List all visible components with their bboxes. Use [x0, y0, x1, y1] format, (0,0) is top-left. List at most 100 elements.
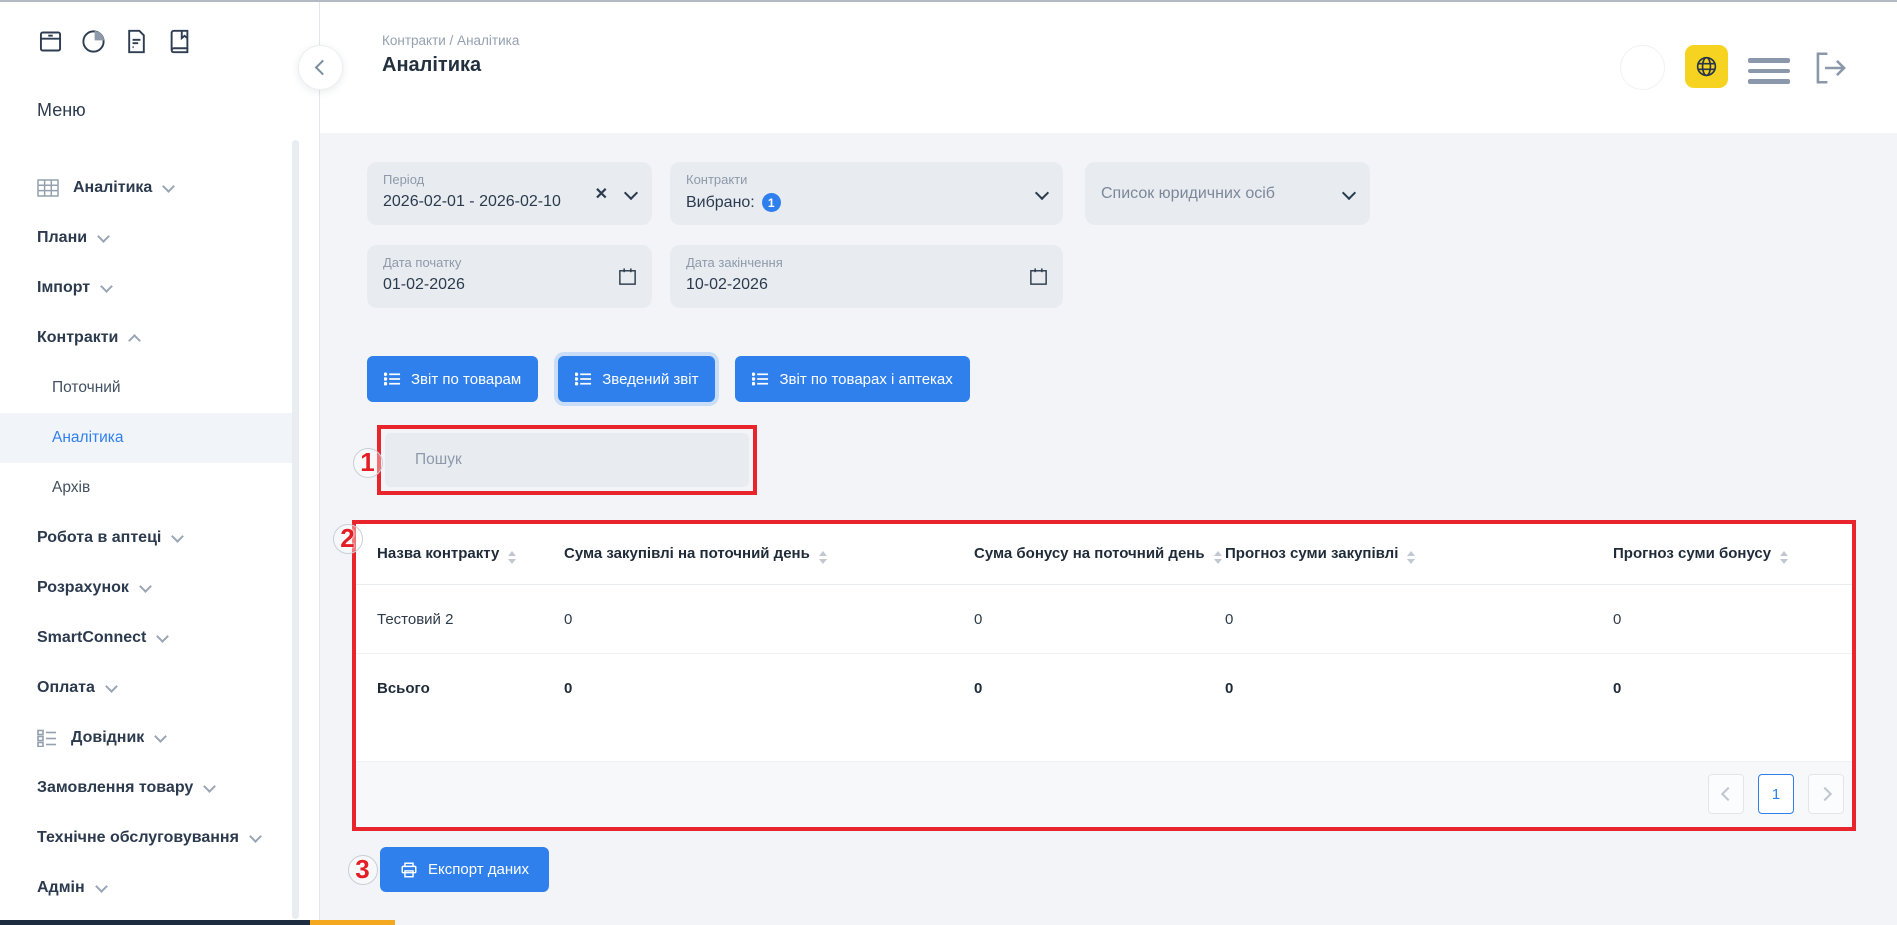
archive-icon[interactable]: [37, 28, 64, 55]
pagination-page-1[interactable]: 1: [1758, 774, 1794, 814]
page-header: Контракти / Аналітика Аналітика: [320, 0, 1897, 133]
pagination-prev-button[interactable]: [1708, 774, 1744, 814]
annotation-3: 3: [348, 853, 380, 885]
chevron-down-icon: [171, 530, 184, 543]
sidebar-item-label: Довідник: [71, 729, 144, 747]
sidebar-subitem-analytics-active[interactable]: Аналітика: [0, 413, 297, 463]
date-end-field[interactable]: Дата закінчення 10-02-2026: [670, 245, 1063, 308]
sidebar-subitem-label: Архів: [52, 479, 90, 497]
breadcrumb[interactable]: Контракти / Аналітика: [382, 33, 519, 48]
language-button[interactable]: [1685, 45, 1728, 88]
sort-icon[interactable]: [1407, 551, 1415, 564]
sidebar-item-admin[interactable]: Адмін: [0, 863, 297, 913]
sidebar-item-label: Оплата: [37, 679, 95, 697]
logout-icon: [1812, 49, 1850, 87]
chevron-down-icon: [97, 230, 110, 243]
report-goods-pharmacies-button[interactable]: Звіт по товарах і аптеках: [735, 356, 969, 402]
page-title: Аналітика: [382, 54, 481, 77]
pie-chart-icon[interactable]: [80, 28, 107, 55]
list-icon: [37, 729, 57, 747]
chevron-left-icon: [1720, 787, 1734, 801]
document-icon[interactable]: [123, 28, 150, 55]
cell-value: 0: [966, 585, 1217, 654]
summary-report-button[interactable]: Зведений звіт: [558, 356, 715, 402]
column-header[interactable]: Сума закупівлі на поточний день: [556, 524, 966, 585]
chevron-down-icon: [154, 730, 167, 743]
table-row[interactable]: Тестовий 2 0 0 0 0: [356, 585, 1852, 654]
sidebar-item-label: Робота в аптеці: [37, 529, 161, 547]
chevron-down-icon: [100, 280, 113, 293]
sidebar-item-maintenance[interactable]: Технічне обслуговування: [0, 813, 297, 863]
column-header[interactable]: Прогноз суми бонусу: [1605, 524, 1852, 585]
date-end-value: 10-02-2026: [686, 276, 768, 294]
column-header[interactable]: Прогноз суми закупівлі: [1217, 524, 1605, 585]
sidebar-nav: Аналітика Плани Імпорт Контракти Поточни…: [0, 163, 297, 913]
chevron-down-icon: [162, 180, 175, 193]
printer-icon: [400, 861, 418, 879]
date-start-label: Дата початку: [383, 255, 461, 270]
sort-icon[interactable]: [1780, 551, 1788, 564]
bottom-orange-bar: [310, 920, 395, 925]
sidebar-item-smartconnect[interactable]: SmartConnect: [0, 613, 297, 663]
table-total-row: Всього 0 0 0 0: [356, 654, 1852, 723]
legal-entities-filter[interactable]: Список юридичних осіб: [1085, 162, 1370, 225]
chevron-down-icon: [156, 630, 169, 643]
sidebar-item-contracts[interactable]: Контракти: [0, 313, 297, 363]
period-filter[interactable]: Період 2026-02-01 - 2026-02-10 ✕: [367, 162, 652, 225]
menu-title: Меню: [37, 100, 86, 121]
chevron-down-icon: [1342, 186, 1356, 200]
book-icon[interactable]: [166, 28, 193, 55]
sidebar-item-analytics[interactable]: Аналітика: [0, 163, 297, 213]
logout-button[interactable]: [1812, 49, 1850, 87]
cell-contract-name: Тестовий 2: [356, 585, 556, 654]
sidebar-item-calculation[interactable]: Розрахунок: [0, 563, 297, 613]
contracts-filter[interactable]: Контракти Вибрано: 1: [670, 162, 1063, 225]
pagination-next-button[interactable]: [1808, 774, 1844, 814]
sidebar: Меню Аналітика Плани Імпорт Контракти: [0, 0, 320, 925]
cell-total-value: 0: [1605, 654, 1852, 723]
sidebar-item-pharmacy-work[interactable]: Робота в аптеці: [0, 513, 297, 563]
sort-icon[interactable]: [819, 551, 827, 564]
cell-value: 0: [1605, 585, 1852, 654]
sidebar-scrollbar[interactable]: [292, 140, 299, 919]
sidebar-item-directory[interactable]: Довідник: [0, 713, 297, 763]
sidebar-item-payment[interactable]: Оплата: [0, 663, 297, 713]
sidebar-item-goods-order[interactable]: Замовлення товару: [0, 763, 297, 813]
sort-icon[interactable]: [508, 551, 516, 564]
search-input[interactable]: [385, 433, 749, 487]
report-by-goods-button[interactable]: Звіт по товарам: [367, 356, 538, 402]
sort-icon[interactable]: [1214, 551, 1222, 564]
grid-icon: [37, 179, 59, 197]
faded-circle-button[interactable]: [1620, 45, 1665, 90]
table-footer: 1: [356, 761, 1852, 827]
column-header[interactable]: Назва контракту: [356, 524, 556, 585]
date-start-field[interactable]: Дата початку 01-02-2026: [367, 245, 652, 308]
sidebar-collapse-button[interactable]: [298, 45, 343, 90]
search-highlight-box: [377, 425, 757, 495]
sidebar-item-import[interactable]: Імпорт: [0, 263, 297, 313]
sidebar-item-label: SmartConnect: [37, 629, 146, 647]
sidebar-item-label: Аналітика: [73, 179, 152, 197]
sidebar-item-plans[interactable]: Плани: [0, 213, 297, 263]
period-label: Період: [383, 172, 424, 187]
calendar-icon[interactable]: [1028, 266, 1049, 287]
calendar-icon[interactable]: [617, 266, 638, 287]
sidebar-item-label: Замовлення товару: [37, 779, 193, 797]
chevron-left-icon: [315, 60, 331, 76]
main-area: Контракти / Аналітика Аналітика Період 2…: [320, 0, 1897, 925]
date-end-label: Дата закінчення: [686, 255, 783, 270]
sidebar-item-label: Імпорт: [37, 279, 90, 297]
sidebar-subitem-current[interactable]: Поточний: [0, 363, 297, 413]
sidebar-subitem-archive[interactable]: Архів: [0, 463, 297, 513]
sidebar-subitem-label: Аналітика: [52, 429, 124, 447]
hamburger-menu-icon[interactable]: [1748, 58, 1790, 84]
clear-icon[interactable]: ✕: [595, 184, 608, 204]
sidebar-top-icons: [37, 28, 193, 55]
export-data-button[interactable]: Експорт даних: [380, 847, 549, 892]
cell-total-label: Всього: [356, 654, 556, 723]
table-highlight-box: Назва контракту Сума закупівлі на поточн…: [352, 520, 1856, 831]
column-header[interactable]: Сума бонусу на поточний день: [966, 524, 1217, 585]
contracts-value: Вибрано: 1: [686, 193, 781, 212]
table-header-row: Назва контракту Сума закупівлі на поточн…: [356, 524, 1852, 585]
chevron-up-icon: [129, 334, 142, 347]
